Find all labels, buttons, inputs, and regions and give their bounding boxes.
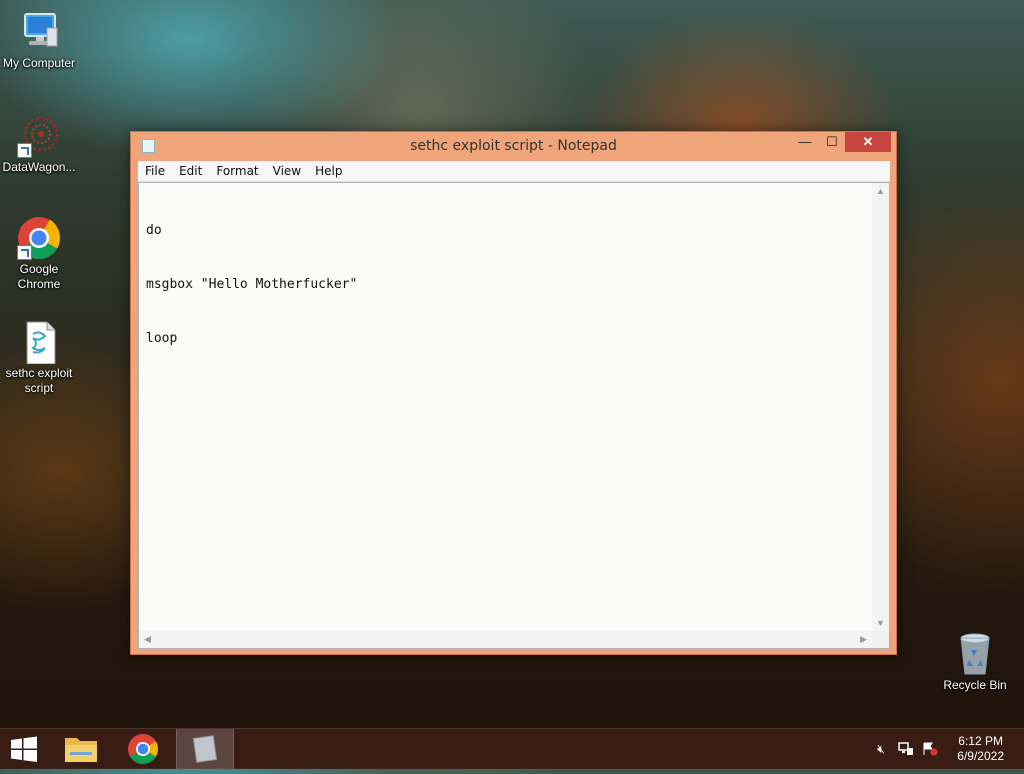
text-line: do <box>146 223 162 238</box>
script-file-icon <box>17 320 61 365</box>
desktop-icon-label: Recycle Bin <box>943 678 1007 692</box>
shortcut-arrow-icon <box>17 245 32 260</box>
clock-time: 6:12 PM <box>958 734 1003 748</box>
system-clock[interactable]: 6:12 PM 6/9/2022 <box>957 734 1004 764</box>
desktop-icon-label: Google Chrome <box>17 262 61 291</box>
text-line: msgbox "Hello Motherfucker" <box>146 277 358 292</box>
volume-muted-icon[interactable]: 🔇︎ <box>873 742 889 756</box>
resize-grip[interactable] <box>872 631 889 648</box>
editor-content[interactable]: do msgbox "Hello Motherfucker" loop <box>146 186 357 384</box>
menu-help[interactable]: Help <box>308 161 349 182</box>
desktop-icon-sethc-exploit-script[interactable]: sethc exploit script <box>0 320 78 396</box>
desktop-icon-recycle-bin[interactable]: Recycle Bin <box>936 632 1014 693</box>
menu-bar: File Edit Format View Help <box>138 161 890 182</box>
notepad-taskbar-button[interactable] <box>176 729 234 769</box>
close-button[interactable]: ✕ <box>845 132 891 152</box>
recycle-bin-icon <box>953 632 997 676</box>
notepad-icon <box>192 735 218 763</box>
desktop-icon-label: My Computer <box>2 56 76 70</box>
menu-view[interactable]: View <box>266 161 308 182</box>
shortcut-arrow-icon <box>17 143 32 158</box>
scroll-up-icon[interactable]: ▲ <box>876 186 885 196</box>
desktop-icon-google-chrome[interactable]: Google Chrome <box>0 216 78 292</box>
minimize-button[interactable]: — <box>792 132 818 152</box>
clock-date: 6/9/2022 <box>957 749 1004 763</box>
menu-format[interactable]: Format <box>209 161 265 182</box>
scroll-left-icon[interactable]: ◀ <box>144 634 151 645</box>
text-line: loop <box>146 331 178 346</box>
desktop-icon-datawagon[interactable]: DataWagon... <box>0 114 78 175</box>
desktop-icon-my-computer[interactable]: My Computer <box>0 10 78 71</box>
start-button[interactable] <box>0 729 48 769</box>
chrome-icon <box>17 216 61 260</box>
title-bar[interactable]: sethc exploit script - Notepad — ☐ ✕ <box>131 132 896 160</box>
windows-logo-icon <box>11 736 37 762</box>
menu-file[interactable]: File <box>138 161 172 182</box>
action-center-icon[interactable] <box>922 742 938 756</box>
google-chrome-taskbar-button[interactable] <box>118 729 168 769</box>
menu-edit[interactable]: Edit <box>172 161 209 182</box>
taskbar: 🔇︎ 6:12 PM 6/9/2022 <box>0 728 1024 769</box>
file-explorer-button[interactable] <box>56 729 106 769</box>
chrome-icon <box>128 734 159 765</box>
maximize-button[interactable]: ☐ <box>819 132 845 152</box>
desktop-icon-label: DataWagon... <box>2 160 76 174</box>
vertical-scrollbar[interactable]: ▲ ▼ <box>872 183 889 631</box>
computer-icon <box>17 10 61 54</box>
datawagon-icon <box>17 114 61 158</box>
desktop-icon-label: sethc exploit script <box>5 366 73 395</box>
window-title: sethc exploit script - Notepad <box>410 138 617 154</box>
folder-icon <box>65 738 97 762</box>
text-editor[interactable]: do msgbox "Hello Motherfucker" loop ▲ ▼ … <box>138 182 890 649</box>
scroll-down-icon[interactable]: ▼ <box>876 618 885 628</box>
horizontal-scrollbar[interactable]: ◀ ▶ <box>139 631 872 648</box>
notepad-window[interactable]: sethc exploit script - Notepad — ☐ ✕ Fil… <box>130 131 897 655</box>
scroll-right-icon[interactable]: ▶ <box>860 634 867 645</box>
network-icon[interactable] <box>898 742 914 756</box>
